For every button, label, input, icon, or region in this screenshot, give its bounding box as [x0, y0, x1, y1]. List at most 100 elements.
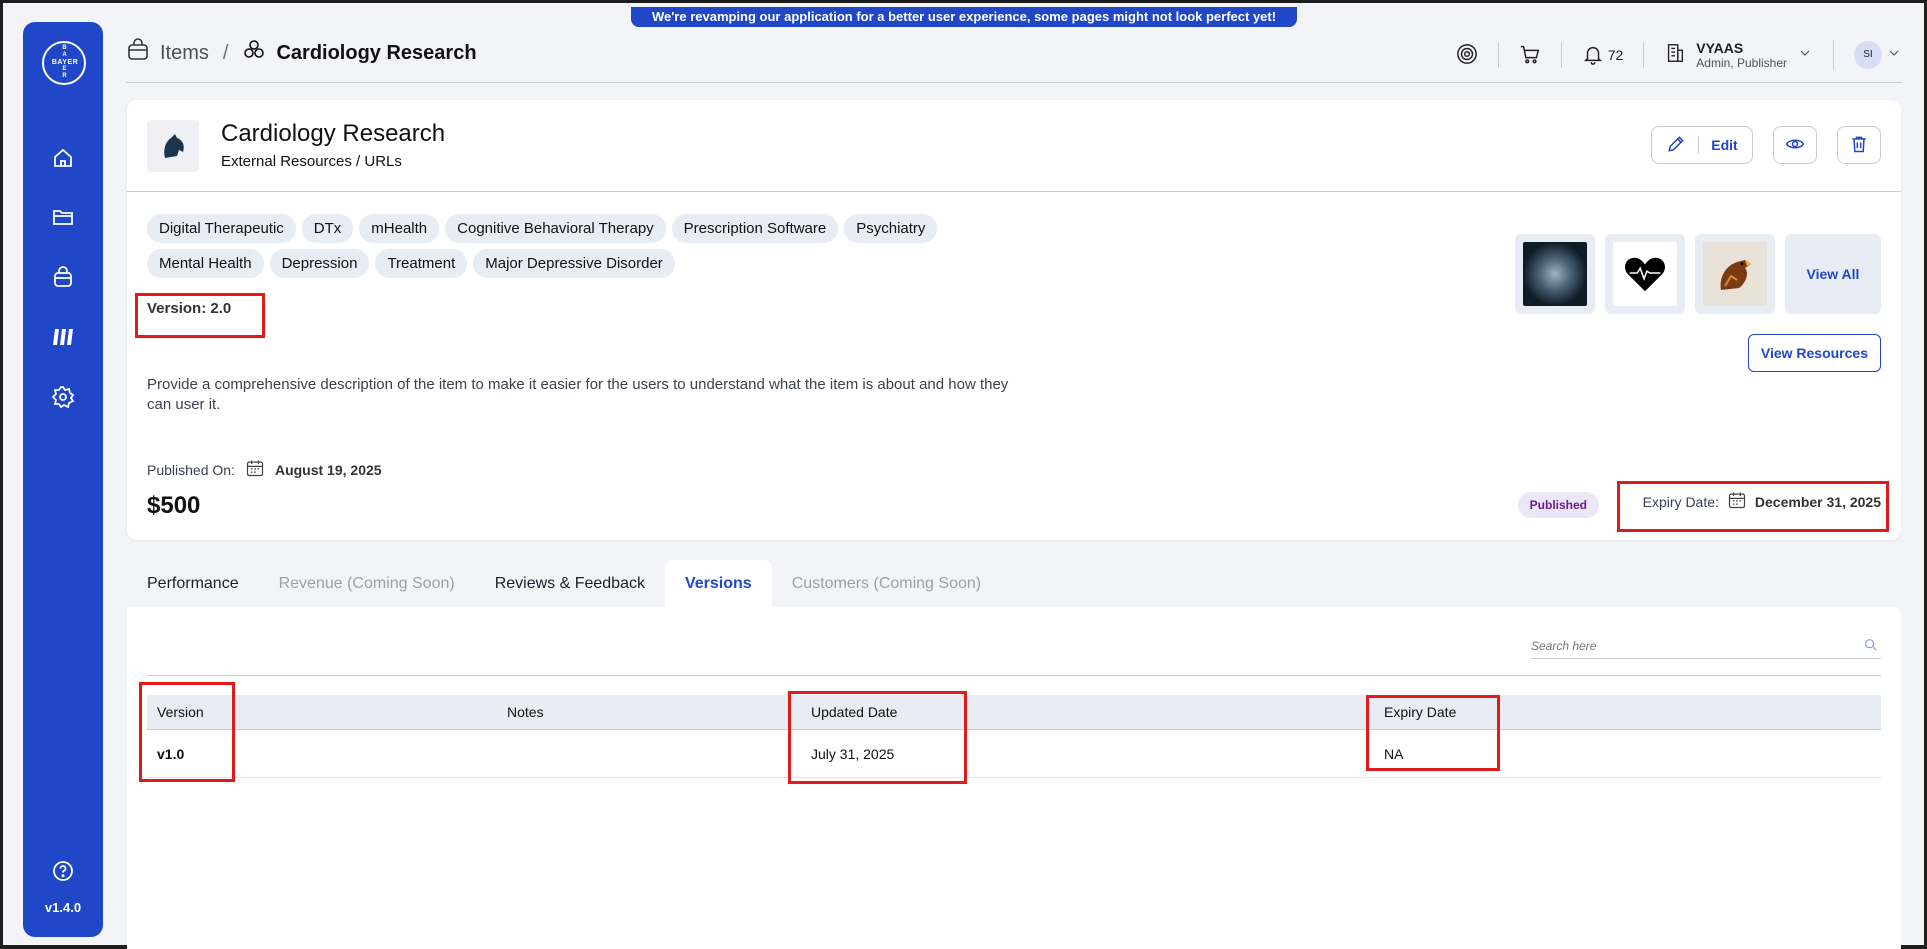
- avatar-menu[interactable]: SI: [1834, 41, 1902, 69]
- published-date: August 19, 2025: [274, 461, 382, 478]
- user-role: Admin, Publisher: [1696, 56, 1787, 70]
- bayer-logo[interactable]: BAYER BAYER: [42, 41, 86, 85]
- cluster-icon: [242, 38, 266, 68]
- settings-icon[interactable]: [51, 385, 75, 409]
- edit-divider: [1698, 136, 1700, 154]
- tab-revenue: Revenue (Coming Soon): [278, 575, 455, 592]
- column-version[interactable]: Version: [147, 704, 507, 720]
- item-description: Provide a comprehensive description of t…: [147, 376, 1009, 413]
- calendar-icon: [245, 458, 265, 481]
- trash-icon: [1849, 134, 1869, 157]
- top-header: Items / Cardiology Research 72 VYAAS Adm…: [126, 33, 1902, 83]
- item-version: Version: 2.0: [147, 300, 232, 317]
- resource-image-eagle[interactable]: [1695, 234, 1775, 314]
- heart-image: [1613, 242, 1677, 306]
- avatar: SI: [1854, 41, 1882, 69]
- folder-icon[interactable]: [51, 205, 75, 229]
- versions-panel: Version Notes Updated Date Expiry Date v…: [127, 607, 1901, 949]
- building-icon: [1664, 42, 1686, 69]
- notifications-button[interactable]: 72: [1562, 42, 1645, 68]
- item-title: Cardiology Research: [221, 120, 446, 147]
- user-name: VYAAS: [1696, 40, 1744, 56]
- pencil-icon: [1666, 134, 1686, 157]
- preview-button[interactable]: [1773, 126, 1817, 164]
- eagle-image: [1703, 242, 1767, 306]
- target-button[interactable]: [1436, 42, 1499, 68]
- tab-versions[interactable]: Versions: [664, 560, 772, 607]
- view-resources-button[interactable]: View Resources: [1747, 334, 1881, 372]
- item-actions: Edit: [1651, 126, 1881, 164]
- delete-button[interactable]: [1837, 126, 1881, 164]
- chevron-down-icon: [1797, 45, 1813, 66]
- tag: Digital Therapeutic: [147, 214, 296, 243]
- versions-table: Version Notes Updated Date Expiry Date v…: [147, 695, 1881, 778]
- edit-button[interactable]: Edit: [1651, 126, 1753, 164]
- tab-customers: Customers (Coming Soon): [791, 575, 982, 592]
- table-row[interactable]: v1.0 July 31, 2025 NA: [147, 730, 1881, 778]
- breadcrumb-separator: /: [222, 41, 229, 64]
- tag: Psychiatry: [844, 214, 938, 243]
- header-actions: 72 VYAAS Admin, Publisher SI: [1436, 35, 1902, 75]
- tag: mHealth: [359, 214, 440, 243]
- library-icon[interactable]: [51, 325, 75, 349]
- column-updated-date[interactable]: Updated Date: [811, 704, 1384, 720]
- help-icon[interactable]: [51, 859, 75, 883]
- cart-icon: [1519, 43, 1541, 68]
- resource-image-brain-scan[interactable]: [1515, 234, 1595, 314]
- brain-scan-image: [1523, 242, 1587, 306]
- bell-icon: [1582, 43, 1604, 68]
- column-notes[interactable]: Notes: [507, 704, 811, 720]
- item-card: Cardiology Research External Resources /…: [127, 100, 1901, 540]
- chevron-down-icon: [1886, 45, 1902, 66]
- tag: Prescription Software: [671, 214, 839, 243]
- logo-horizontal-text: BAYER: [51, 59, 79, 66]
- tag-list: Digital Therapeutic DTx mHealth Cognitiv…: [147, 214, 1047, 278]
- cell-updated-date: July 31, 2025: [811, 745, 895, 762]
- sidebar: BAYER BAYER v1.4.0: [23, 22, 103, 937]
- breadcrumb-current: Cardiology Research: [276, 41, 477, 64]
- expiry-date: Expiry Date: December 31, 2025: [1643, 490, 1881, 513]
- resource-image-heart[interactable]: [1605, 234, 1685, 314]
- tag: Depression: [269, 249, 370, 278]
- tab-reviews-feedback[interactable]: Reviews & Feedback: [475, 560, 665, 607]
- tag: DTx: [301, 214, 354, 243]
- published-label: Published On:: [147, 461, 235, 478]
- eye-icon: [1785, 134, 1805, 157]
- resource-gallery: View All: [1515, 234, 1881, 314]
- search-input[interactable]: [1531, 639, 1851, 653]
- cell-expiry-date: NA: [1384, 745, 1404, 762]
- calendar-icon: [1727, 490, 1747, 513]
- target-icon: [1456, 43, 1478, 68]
- announcement-banner: We're revamping our application for a be…: [631, 7, 1297, 27]
- app-version: v1.4.0: [44, 900, 82, 915]
- item-thumbnail: [147, 120, 199, 172]
- tab-performance[interactable]: Performance: [127, 560, 259, 607]
- cell-version: v1.0: [157, 745, 185, 762]
- item-card-header: Cardiology Research External Resources /…: [127, 100, 1901, 192]
- bag-icon[interactable]: [51, 265, 75, 289]
- status-badge: Published: [1517, 492, 1599, 518]
- column-expiry-date[interactable]: Expiry Date: [1384, 704, 1881, 720]
- divider: [147, 675, 1881, 676]
- expiry-label: Expiry Date:: [1642, 493, 1719, 510]
- item-price: $500: [147, 492, 201, 519]
- edit-label: Edit: [1711, 137, 1738, 153]
- tag: Mental Health: [147, 249, 264, 278]
- expiry-value: December 31, 2025: [1754, 493, 1881, 510]
- item-subtitle: External Resources / URLs: [221, 153, 402, 170]
- notifications-count: 72: [1607, 47, 1624, 63]
- tag: Cognitive Behavioral Therapy: [445, 214, 666, 243]
- breadcrumb: Items / Cardiology Research: [126, 38, 477, 68]
- view-all-button[interactable]: View All: [1785, 234, 1881, 314]
- table-header: Version Notes Updated Date Expiry Date: [147, 695, 1881, 730]
- tag: Treatment: [375, 249, 468, 278]
- home-icon[interactable]: [51, 146, 75, 170]
- breadcrumb-items-link[interactable]: Items: [160, 42, 209, 65]
- app-frame: We're revamping our application for a be…: [0, 0, 1927, 949]
- cart-button[interactable]: [1499, 42, 1562, 68]
- items-icon: [126, 38, 150, 68]
- versions-search: [1531, 637, 1881, 659]
- tag: Major Depressive Disorder: [473, 249, 675, 278]
- published-on: Published On: August 19, 2025: [147, 458, 382, 481]
- org-switcher[interactable]: VYAAS Admin, Publisher: [1644, 40, 1834, 70]
